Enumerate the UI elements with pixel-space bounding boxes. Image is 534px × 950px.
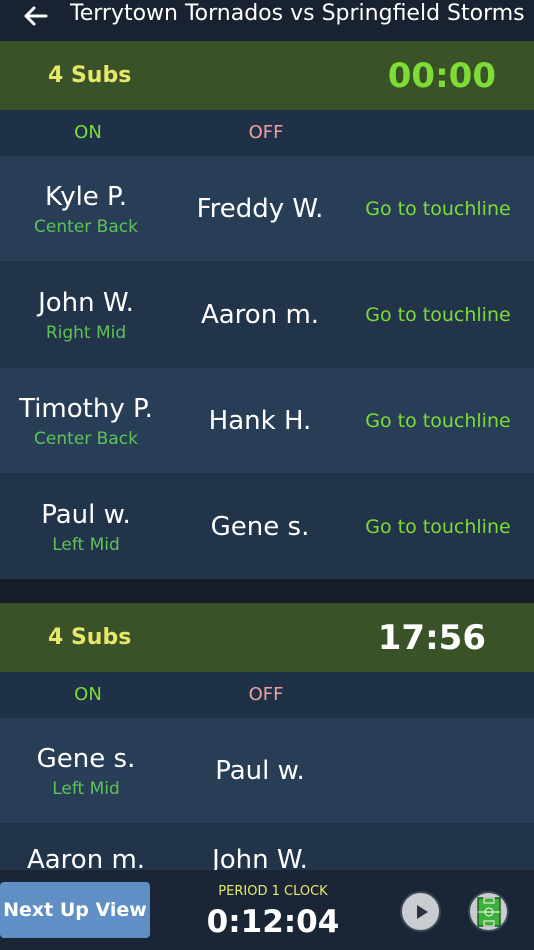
off-player-name: Freddy W. bbox=[196, 193, 324, 224]
period-clock-time: 0:12:04 bbox=[206, 904, 340, 940]
match-title: Terrytown Tornados vs Springfield Storms bbox=[70, 1, 525, 26]
next-up-view-button[interactable]: Next Up View bbox=[0, 882, 150, 938]
off-player-name: Gene s. bbox=[210, 511, 310, 542]
subs-count: 4 Subs bbox=[48, 63, 132, 88]
bottom-bar: Next Up View PERIOD 1 CLOCK 0:12:04 bbox=[0, 870, 534, 950]
on-player: Paul w. Left Mid bbox=[0, 499, 172, 555]
subs-count: 4 Subs bbox=[48, 625, 132, 650]
on-player-name: Timothy P. bbox=[19, 393, 153, 424]
sub-row[interactable]: Timothy P. Center Back Hank H. Go to tou… bbox=[0, 367, 534, 473]
off-column-header: OFF bbox=[248, 684, 284, 705]
on-player-position: Center Back bbox=[34, 428, 138, 449]
top-bar: Terrytown Tornados vs Springfield Storms bbox=[0, 0, 534, 41]
sub-group: 4 Subs 17:56 ON OFF Gene s. Left Mid Pau… bbox=[0, 603, 534, 870]
on-player: Timothy P. Center Back bbox=[0, 393, 172, 449]
on-player-name: Gene s. bbox=[36, 743, 136, 774]
sub-row[interactable]: Paul w. Left Mid Gene s. Go to touchline bbox=[0, 473, 534, 579]
sub-group-header: 4 Subs 17:56 bbox=[0, 603, 534, 672]
sub-row[interactable]: John W. Right Mid Aaron m. Go to touchli… bbox=[0, 261, 534, 367]
on-player-position: Right Mid bbox=[45, 322, 127, 343]
back-button[interactable] bbox=[0, 0, 70, 41]
on-player-name: Kyle P. bbox=[45, 181, 127, 212]
sub-clock: 00:00 bbox=[387, 55, 496, 96]
on-player: John W. Right Mid bbox=[0, 287, 172, 343]
on-player-name: Paul w. bbox=[41, 499, 131, 530]
column-headers: ON OFF bbox=[0, 672, 534, 717]
go-to-touchline-button[interactable]: Go to touchline bbox=[348, 516, 534, 538]
subs-list[interactable]: 4 Subs 00:00 ON OFF Kyle P. Center Back … bbox=[0, 41, 534, 870]
off-player-name: Hank H. bbox=[208, 405, 312, 436]
play-icon bbox=[416, 904, 428, 919]
sub-row[interactable]: Gene s. Left Mid Paul w. bbox=[0, 717, 534, 823]
off-player-name: Paul w. bbox=[215, 755, 305, 786]
off-player-name: John W. bbox=[212, 845, 308, 870]
on-player-name: Aaron m. bbox=[26, 845, 146, 870]
off-column-header: OFF bbox=[248, 122, 284, 143]
on-player: Kyle P. Center Back bbox=[0, 181, 172, 237]
on-column-header: ON bbox=[74, 122, 102, 143]
field-view-button[interactable] bbox=[468, 891, 509, 932]
column-headers: ON OFF bbox=[0, 110, 534, 155]
sub-clock: 17:56 bbox=[377, 617, 486, 658]
on-player-position: Left Mid bbox=[52, 534, 120, 555]
go-to-touchline-button[interactable]: Go to touchline bbox=[348, 198, 534, 220]
go-to-touchline-button[interactable]: Go to touchline bbox=[348, 410, 534, 432]
on-player-position: Center Back bbox=[34, 216, 138, 237]
on-player-position: Left Mid bbox=[52, 778, 120, 799]
on-player-name: John W. bbox=[38, 287, 134, 318]
sub-row[interactable]: Aaron m. John W. bbox=[0, 823, 534, 870]
play-button[interactable] bbox=[400, 891, 441, 932]
arrow-left-icon bbox=[24, 6, 48, 25]
go-to-touchline-button[interactable]: Go to touchline bbox=[348, 304, 534, 326]
on-player: Aaron m. bbox=[0, 844, 172, 870]
group-divider bbox=[0, 579, 534, 603]
period-clock-label: PERIOD 1 CLOCK bbox=[218, 884, 328, 899]
soccer-field-icon bbox=[476, 896, 501, 927]
off-player-name: Aaron m. bbox=[200, 299, 320, 330]
on-player: Gene s. Left Mid bbox=[0, 743, 172, 799]
sub-row[interactable]: Kyle P. Center Back Freddy W. Go to touc… bbox=[0, 155, 534, 261]
app-root: Terrytown Tornados vs Springfield Storms… bbox=[0, 0, 534, 950]
sub-group-header: 4 Subs 00:00 bbox=[0, 41, 534, 110]
on-column-header: ON bbox=[74, 684, 102, 705]
sub-group: 4 Subs 00:00 ON OFF Kyle P. Center Back … bbox=[0, 41, 534, 579]
